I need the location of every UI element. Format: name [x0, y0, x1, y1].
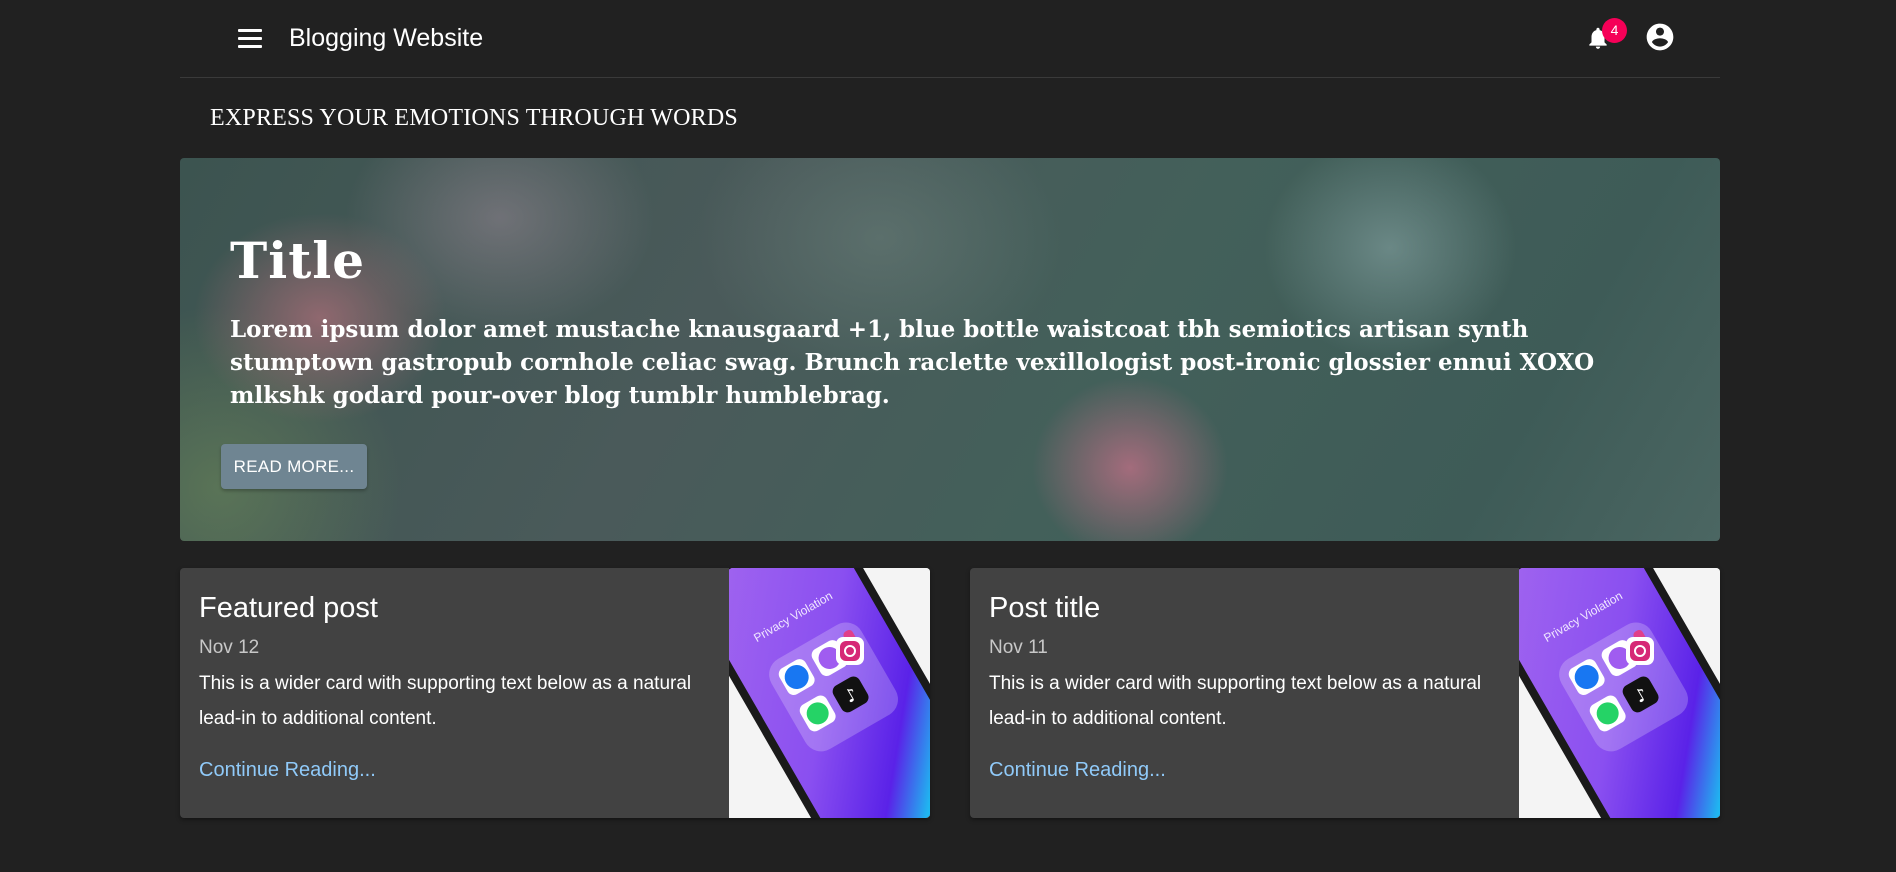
card-text: This is a wider card with supporting tex…	[199, 673, 692, 729]
notifications-button[interactable]: 4	[1583, 18, 1627, 56]
account-circle-icon	[1646, 23, 1674, 51]
card-title: Featured post	[199, 592, 378, 624]
read-more-button[interactable]: READ MORE...	[221, 444, 367, 489]
continue-reading-link[interactable]: Continue Reading...	[989, 756, 1166, 784]
hero-banner: Title Lorem ipsum dolor amet mustache kn…	[180, 158, 1720, 541]
card-date: Nov 12	[199, 637, 260, 658]
continue-reading-link[interactable]: Continue Reading...	[199, 756, 376, 784]
card-date: Nov 11	[989, 637, 1048, 658]
menu-icon	[238, 28, 262, 32]
card-text: This is a wider card with supporting tex…	[989, 673, 1482, 729]
hero-title: Title	[230, 231, 366, 290]
tagline: EXPRESS YOUR EMOTIONS THROUGH WORDS	[210, 105, 738, 131]
notification-badge: 4	[1602, 18, 1627, 43]
card-image: Privacy Violation ♪	[1519, 568, 1720, 818]
account-button[interactable]	[1644, 21, 1676, 53]
card-image: Privacy Violation ♪	[729, 568, 930, 818]
post-card[interactable]: Post title Nov 11 This is a wider card w…	[970, 568, 1720, 818]
menu-button[interactable]	[226, 24, 274, 52]
hero-text: Lorem ipsum dolor amet mustache knausgaa…	[230, 316, 1595, 409]
card-title: Post title	[989, 592, 1101, 624]
site-title: Blogging Website	[289, 24, 484, 52]
featured-post-card[interactable]: Featured post Nov 12 This is a wider car…	[180, 568, 930, 818]
